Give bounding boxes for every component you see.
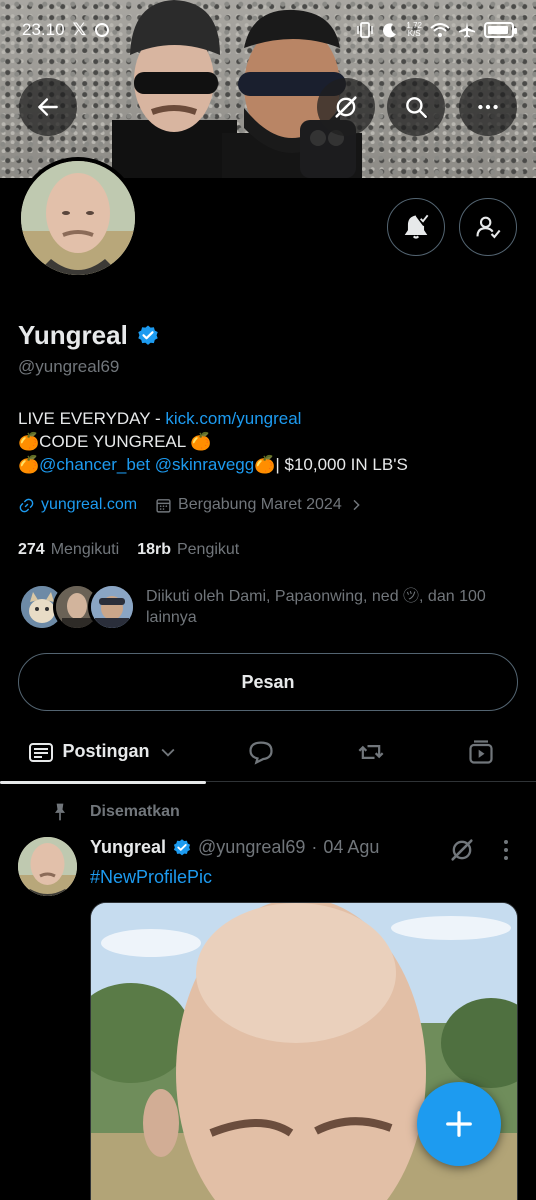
- vibrate-icon: [357, 22, 374, 38]
- following-stat[interactable]: 274 Mengikuti: [18, 541, 119, 559]
- back-button[interactable]: [19, 78, 77, 136]
- profile-name: Yungreal: [18, 320, 128, 350]
- following-check-icon: [476, 216, 501, 239]
- followed-by-text: Diikuti oleh Dami, Papaonwing, ned ㋡, da…: [146, 588, 486, 626]
- notification-button[interactable]: [387, 198, 445, 256]
- followed-by[interactable]: Diikuti oleh Dami, Papaonwing, ned ㋡, da…: [18, 583, 516, 631]
- followers-label: Pengikut: [176, 541, 240, 558]
- pin-icon: [55, 803, 65, 821]
- website-item[interactable]: yungreal.com: [18, 496, 137, 514]
- moon-icon: [383, 23, 397, 38]
- status-time: 23.10: [22, 20, 65, 39]
- back-arrow-icon: [38, 98, 58, 116]
- grok-icon[interactable]: [448, 836, 476, 864]
- verified-badge-icon[interactable]: [136, 324, 160, 348]
- more-icon: [478, 104, 498, 110]
- profile-name-row: Yungreal: [18, 320, 160, 351]
- airplane-icon: [459, 22, 475, 38]
- profile-avatar[interactable]: [17, 157, 139, 279]
- wifi-icon: [430, 23, 450, 37]
- profile-tabs: Postingan: [0, 722, 536, 784]
- joined-date: Bergabung Maret 2024: [178, 496, 342, 513]
- repost-icon: [358, 744, 384, 759]
- post-header: Yungreal @yungreal69 · 04 Agu: [90, 837, 379, 858]
- battery-icon: [484, 22, 517, 38]
- x-logo-icon: 𝕏: [72, 20, 87, 39]
- bio-line-3: 🍊@chancer_bet @skinravegg🍊| $10,000 IN L…: [18, 453, 518, 476]
- post-author-name[interactable]: Yungreal: [90, 837, 166, 858]
- avatar-photo: [21, 161, 135, 275]
- tab-replies[interactable]: [206, 722, 316, 782]
- search-button[interactable]: [387, 78, 445, 136]
- link-icon: [19, 498, 34, 512]
- reply-icon: [249, 741, 273, 765]
- bio-line-1: LIVE EVERYDAY - kick.com/yungreal: [18, 407, 518, 430]
- message-button[interactable]: Pesan: [18, 653, 518, 711]
- pinned-label: Disematkan: [90, 803, 180, 820]
- follower-avatar: [88, 583, 136, 631]
- post-separator: ·: [311, 837, 318, 857]
- follow-stats: 274 Mengikuti 18rb Pengikut: [18, 541, 239, 559]
- bio-line-1-text: LIVE EVERYDAY -: [18, 409, 166, 428]
- following-count: 274: [18, 541, 45, 558]
- more-options-button[interactable]: [459, 78, 517, 136]
- following-button[interactable]: [459, 198, 517, 256]
- status-bar: 23.10 𝕏 1,72 K/S: [0, 0, 536, 60]
- posts-icon: [29, 742, 54, 762]
- tab-posts[interactable]: Postingan: [0, 722, 206, 784]
- grok-button[interactable]: [317, 78, 375, 136]
- post-hashtag[interactable]: #NewProfilePic: [90, 867, 212, 888]
- followers-count: 18rb: [137, 541, 171, 558]
- bell-check-icon: [404, 214, 429, 239]
- chevron-down-icon: [161, 748, 174, 757]
- video-icon: [469, 739, 493, 764]
- bio-line-3-suffix: 🍊| $10,000 IN LB'S: [254, 455, 408, 474]
- post-date: 04 Agu: [323, 837, 380, 857]
- plus-icon: [446, 1111, 472, 1137]
- website-link[interactable]: yungreal.com: [41, 496, 137, 514]
- post-author-avatar[interactable]: [18, 837, 77, 896]
- bio-orange-emoji: 🍊: [18, 455, 40, 474]
- tab-media[interactable]: [426, 722, 536, 782]
- bio-kick-link[interactable]: kick.com/yungreal: [165, 409, 301, 428]
- net-speed: 1,72 K/S: [406, 22, 422, 38]
- search-icon: [406, 97, 427, 118]
- verified-badge-icon: [173, 838, 191, 855]
- bio-line-2: 🍊CODE YUNGREAL 🍊: [18, 432, 212, 451]
- net-speed-unit: K/S: [407, 29, 421, 38]
- followers-you-know-avatars: [18, 583, 136, 631]
- followers-stat[interactable]: 18rb Pengikut: [137, 541, 239, 559]
- calendar-icon: [156, 498, 171, 513]
- profile-meta: yungreal.com Bergabung Maret 2024: [18, 496, 364, 514]
- kebab-icon[interactable]: [502, 839, 510, 861]
- tab-reposts[interactable]: [316, 722, 426, 782]
- bio-mention-chancer[interactable]: @chancer_bet: [39, 455, 150, 474]
- grok-icon: [335, 96, 357, 118]
- chevron-right-icon: [353, 499, 360, 511]
- profile-handle: @yungreal69: [18, 357, 120, 376]
- notification-icon: [95, 23, 110, 37]
- pinned-indicator: Disematkan: [50, 802, 180, 822]
- post-actions-top: [448, 836, 510, 864]
- bio-mention-skinrave[interactable]: @skinravegg: [155, 455, 254, 474]
- profile-bio: LIVE EVERYDAY - kick.com/yungreal 🍊CODE …: [18, 407, 518, 476]
- following-label: Mengikuti: [50, 541, 120, 558]
- post-author-handle: @yungreal69: [198, 837, 306, 857]
- joined-item[interactable]: Bergabung Maret 2024: [155, 496, 364, 514]
- compose-button[interactable]: [417, 1082, 501, 1166]
- tab-posts-label: Postingan: [62, 741, 150, 761]
